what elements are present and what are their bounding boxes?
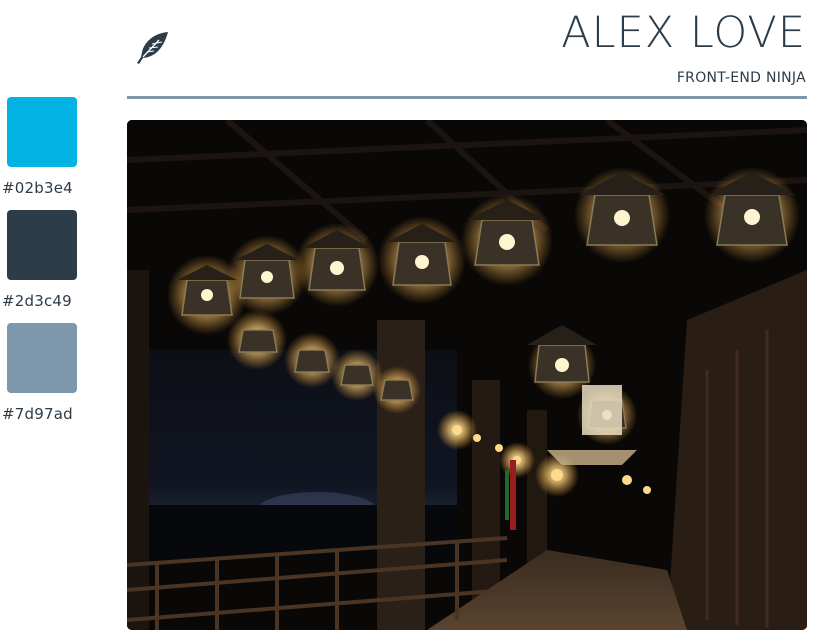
swatch-secondary	[7, 210, 77, 280]
swatch-tertiary	[7, 323, 77, 393]
header-name: ALEX LOVE	[561, 8, 806, 58]
swatch-primary-label: #02b3e4	[2, 179, 73, 197]
swatch-tertiary-label: #7d97ad	[2, 405, 73, 423]
header-role: FRONT-END NINJA	[676, 70, 806, 86]
header-divider	[127, 96, 807, 99]
swatch-secondary-label: #2d3c49	[2, 292, 72, 310]
hero-photo	[127, 120, 807, 630]
feather-icon	[134, 30, 170, 66]
swatch-primary	[7, 97, 77, 167]
